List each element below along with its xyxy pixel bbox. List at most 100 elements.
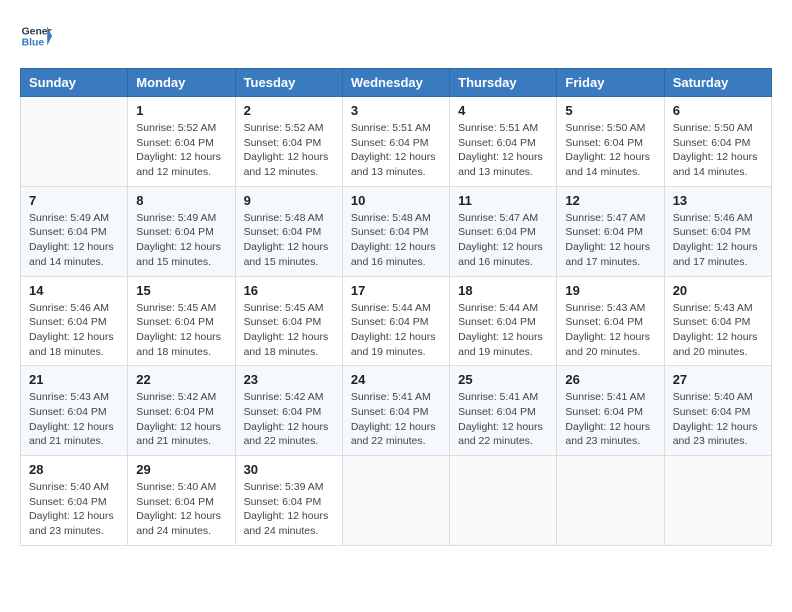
calendar-week-row: 21 Sunrise: 5:43 AM Sunset: 6:04 PM Dayli… — [21, 366, 772, 456]
calendar-week-row: 7 Sunrise: 5:49 AM Sunset: 6:04 PM Daylig… — [21, 186, 772, 276]
calendar-day-cell: 12 Sunrise: 5:47 AM Sunset: 6:04 PM Dayli… — [557, 186, 664, 276]
day-number: 15 — [136, 283, 226, 298]
day-info: Sunrise: 5:49 AM Sunset: 6:04 PM Dayligh… — [29, 211, 119, 270]
day-number: 23 — [244, 372, 334, 387]
day-number: 14 — [29, 283, 119, 298]
day-number: 30 — [244, 462, 334, 477]
day-number: 20 — [673, 283, 763, 298]
day-number: 6 — [673, 103, 763, 118]
day-number: 2 — [244, 103, 334, 118]
empty-cell — [342, 456, 449, 546]
logo: General Blue — [20, 20, 56, 52]
day-number: 5 — [565, 103, 655, 118]
logo-icon: General Blue — [20, 20, 52, 52]
day-info: Sunrise: 5:41 AM Sunset: 6:04 PM Dayligh… — [565, 390, 655, 449]
day-info: Sunrise: 5:45 AM Sunset: 6:04 PM Dayligh… — [136, 301, 226, 360]
day-info: Sunrise: 5:44 AM Sunset: 6:04 PM Dayligh… — [351, 301, 441, 360]
header-thursday: Thursday — [450, 69, 557, 97]
day-number: 24 — [351, 372, 441, 387]
day-number: 9 — [244, 193, 334, 208]
day-info: Sunrise: 5:48 AM Sunset: 6:04 PM Dayligh… — [351, 211, 441, 270]
calendar-day-cell: 24 Sunrise: 5:41 AM Sunset: 6:04 PM Dayli… — [342, 366, 449, 456]
day-info: Sunrise: 5:41 AM Sunset: 6:04 PM Dayligh… — [351, 390, 441, 449]
day-info: Sunrise: 5:49 AM Sunset: 6:04 PM Dayligh… — [136, 211, 226, 270]
svg-text:Blue: Blue — [22, 38, 45, 49]
empty-cell — [450, 456, 557, 546]
calendar-day-cell: 27 Sunrise: 5:40 AM Sunset: 6:04 PM Dayli… — [664, 366, 771, 456]
calendar-day-cell: 15 Sunrise: 5:45 AM Sunset: 6:04 PM Dayli… — [128, 276, 235, 366]
calendar-day-cell: 17Sunrise: 5:44 AM Sunset: 6:04 PM Dayli… — [342, 276, 449, 366]
day-info: Sunrise: 5:46 AM Sunset: 6:04 PM Dayligh… — [29, 301, 119, 360]
calendar-day-cell: 10 Sunrise: 5:48 AM Sunset: 6:04 PM Dayli… — [342, 186, 449, 276]
day-info: Sunrise: 5:42 AM Sunset: 6:04 PM Dayligh… — [136, 390, 226, 449]
day-info: Sunrise: 5:51 AM Sunset: 6:04 PM Dayligh… — [458, 121, 548, 180]
day-number: 7 — [29, 193, 119, 208]
empty-cell — [21, 97, 128, 187]
day-info: Sunrise: 5:41 AM Sunset: 6:04 PM Dayligh… — [458, 390, 548, 449]
header-sunday: Sunday — [21, 69, 128, 97]
day-number: 19 — [565, 283, 655, 298]
day-info: Sunrise: 5:40 AM Sunset: 6:04 PM Dayligh… — [136, 480, 226, 539]
day-info: Sunrise: 5:50 AM Sunset: 6:04 PM Dayligh… — [565, 121, 655, 180]
calendar-header-row: SundayMondayTuesdayWednesdayThursdayFrid… — [21, 69, 772, 97]
calendar-day-cell: 16 Sunrise: 5:45 AM Sunset: 6:04 PM Dayli… — [235, 276, 342, 366]
calendar-day-cell: 26 Sunrise: 5:41 AM Sunset: 6:04 PM Dayli… — [557, 366, 664, 456]
calendar-day-cell: 20 Sunrise: 5:43 AM Sunset: 6:04 PM Dayli… — [664, 276, 771, 366]
calendar-day-cell: 1 Sunrise: 5:52 AM Sunset: 6:04 PM Daylig… — [128, 97, 235, 187]
calendar-day-cell: 3 Sunrise: 5:51 AM Sunset: 6:04 PM Daylig… — [342, 97, 449, 187]
day-number: 26 — [565, 372, 655, 387]
day-info: Sunrise: 5:47 AM Sunset: 6:04 PM Dayligh… — [458, 211, 548, 270]
calendar-day-cell: 13 Sunrise: 5:46 AM Sunset: 6:04 PM Dayli… — [664, 186, 771, 276]
calendar-table: SundayMondayTuesdayWednesdayThursdayFrid… — [20, 68, 772, 546]
calendar-day-cell: 29 Sunrise: 5:40 AM Sunset: 6:04 PM Dayli… — [128, 456, 235, 546]
day-info: Sunrise: 5:52 AM Sunset: 6:04 PM Dayligh… — [136, 121, 226, 180]
day-info: Sunrise: 5:51 AM Sunset: 6:04 PM Dayligh… — [351, 121, 441, 180]
day-info: Sunrise: 5:43 AM Sunset: 6:04 PM Dayligh… — [29, 390, 119, 449]
day-info: Sunrise: 5:45 AM Sunset: 6:04 PM Dayligh… — [244, 301, 334, 360]
calendar-week-row: 28Sunrise: 5:40 AM Sunset: 6:04 PM Dayli… — [21, 456, 772, 546]
day-info: Sunrise: 5:43 AM Sunset: 6:04 PM Dayligh… — [565, 301, 655, 360]
calendar-day-cell: 9Sunrise: 5:48 AM Sunset: 6:04 PM Daylig… — [235, 186, 342, 276]
day-number: 13 — [673, 193, 763, 208]
day-number: 21 — [29, 372, 119, 387]
day-info: Sunrise: 5:50 AM Sunset: 6:04 PM Dayligh… — [673, 121, 763, 180]
day-info: Sunrise: 5:44 AM Sunset: 6:04 PM Dayligh… — [458, 301, 548, 360]
day-number: 29 — [136, 462, 226, 477]
empty-cell — [664, 456, 771, 546]
calendar-day-cell: 22Sunrise: 5:42 AM Sunset: 6:04 PM Dayli… — [128, 366, 235, 456]
calendar-day-cell: 4 Sunrise: 5:51 AM Sunset: 6:04 PM Daylig… — [450, 97, 557, 187]
day-number: 18 — [458, 283, 548, 298]
calendar-day-cell: 19 Sunrise: 5:43 AM Sunset: 6:04 PM Dayli… — [557, 276, 664, 366]
calendar-day-cell: 14 Sunrise: 5:46 AM Sunset: 6:04 PM Dayli… — [21, 276, 128, 366]
day-info: Sunrise: 5:39 AM Sunset: 6:04 PM Dayligh… — [244, 480, 334, 539]
day-number: 10 — [351, 193, 441, 208]
header-tuesday: Tuesday — [235, 69, 342, 97]
day-info: Sunrise: 5:46 AM Sunset: 6:04 PM Dayligh… — [673, 211, 763, 270]
calendar-day-cell: 8Sunrise: 5:49 AM Sunset: 6:04 PM Daylig… — [128, 186, 235, 276]
day-number: 11 — [458, 193, 548, 208]
calendar-week-row: 14 Sunrise: 5:46 AM Sunset: 6:04 PM Dayli… — [21, 276, 772, 366]
calendar-day-cell: 11 Sunrise: 5:47 AM Sunset: 6:04 PM Dayli… — [450, 186, 557, 276]
day-info: Sunrise: 5:42 AM Sunset: 6:04 PM Dayligh… — [244, 390, 334, 449]
day-info: Sunrise: 5:47 AM Sunset: 6:04 PM Dayligh… — [565, 211, 655, 270]
day-info: Sunrise: 5:40 AM Sunset: 6:04 PM Dayligh… — [673, 390, 763, 449]
calendar-day-cell: 5 Sunrise: 5:50 AM Sunset: 6:04 PM Daylig… — [557, 97, 664, 187]
calendar-day-cell: 30 Sunrise: 5:39 AM Sunset: 6:04 PM Dayli… — [235, 456, 342, 546]
page-header: General Blue — [20, 20, 772, 52]
header-monday: Monday — [128, 69, 235, 97]
calendar-day-cell: 28Sunrise: 5:40 AM Sunset: 6:04 PM Dayli… — [21, 456, 128, 546]
header-saturday: Saturday — [664, 69, 771, 97]
calendar-week-row: 1 Sunrise: 5:52 AM Sunset: 6:04 PM Daylig… — [21, 97, 772, 187]
day-number: 3 — [351, 103, 441, 118]
day-number: 27 — [673, 372, 763, 387]
day-info: Sunrise: 5:43 AM Sunset: 6:04 PM Dayligh… — [673, 301, 763, 360]
day-number: 1 — [136, 103, 226, 118]
calendar-day-cell: 21 Sunrise: 5:43 AM Sunset: 6:04 PM Dayli… — [21, 366, 128, 456]
day-info: Sunrise: 5:52 AM Sunset: 6:04 PM Dayligh… — [244, 121, 334, 180]
day-number: 4 — [458, 103, 548, 118]
calendar-day-cell: 6 Sunrise: 5:50 AM Sunset: 6:04 PM Daylig… — [664, 97, 771, 187]
day-number: 12 — [565, 193, 655, 208]
day-number: 16 — [244, 283, 334, 298]
header-friday: Friday — [557, 69, 664, 97]
day-info: Sunrise: 5:40 AM Sunset: 6:04 PM Dayligh… — [29, 480, 119, 539]
